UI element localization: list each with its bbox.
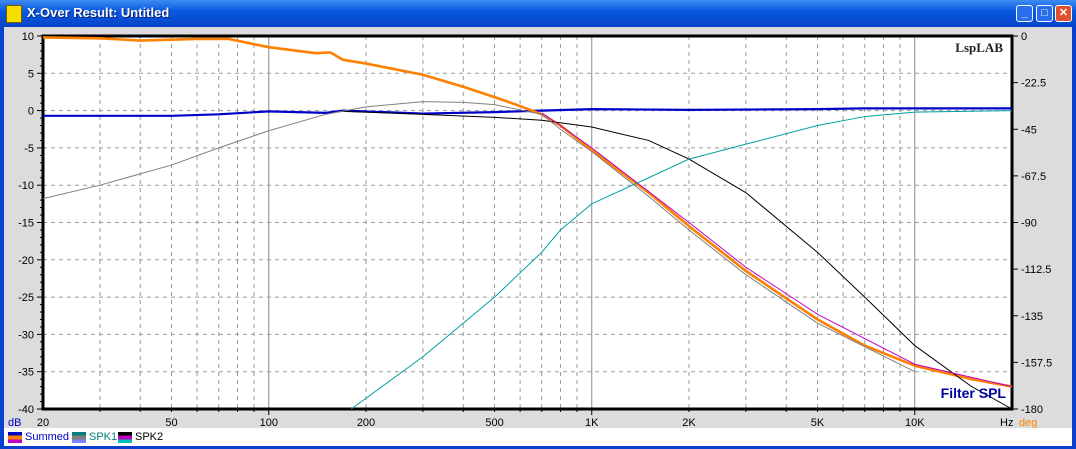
x-tick-label: 2K: [682, 417, 696, 428]
y-tick-label: -25: [18, 292, 34, 304]
y2-tick-label: -67.5: [1021, 171, 1046, 183]
x-tick-label: 50: [165, 417, 177, 428]
legend-swatch: [72, 431, 86, 443]
y2-tick-label: -45: [1021, 124, 1037, 136]
y-tick-label: -40: [18, 404, 34, 416]
y2-tick-label: -157.5: [1021, 357, 1052, 369]
x-tick-label: 10K: [905, 417, 925, 428]
legend-label: SPK1: [89, 431, 118, 443]
x-tick-label: 200: [357, 417, 375, 428]
y2-axis-label: deg: [1019, 417, 1037, 428]
legend-swatch: [118, 431, 132, 443]
xover-result-window: X-Over Result: Untitled _ □ ✕ 10 5 0 -5 -10-…: [0, 0, 1076, 449]
y-tick-label: -10: [18, 180, 34, 192]
y2-tick-label: -22.5: [1021, 78, 1046, 90]
legend-swatch: [8, 431, 22, 443]
y2-tick-label: -90: [1021, 218, 1037, 230]
y-tick-label: -35: [18, 367, 34, 379]
y2-tick-label: -112.5: [1021, 264, 1051, 276]
chart-title: Filter SPL: [941, 385, 1007, 401]
x-tick-label: 1K: [585, 417, 599, 428]
legend-item-spk2[interactable]: SPK2: [118, 431, 163, 443]
y2-tick-label: 0: [1021, 31, 1027, 43]
y-tick-label: 10: [22, 31, 34, 43]
lsplab-watermark: LspLAB: [955, 40, 1003, 55]
y-tick-label: -15: [18, 218, 34, 230]
y-tick-label: -20: [18, 255, 34, 267]
legend-label: Summed: [25, 431, 70, 443]
y-axis-label: dB: [8, 417, 21, 428]
legend-label: SPK2: [135, 431, 164, 443]
y2-tick-label: -135: [1021, 311, 1043, 323]
y2-tick-label: -180: [1021, 404, 1043, 416]
legend: Summed SPK1 SPK2: [4, 428, 1072, 446]
y-tick-label: 0: [28, 106, 34, 118]
legend-item-spk1[interactable]: SPK1: [72, 431, 117, 443]
filter-spl-chart: 1050-5-10-15-20-25-30-35-400-22.5-45-67.…: [8, 31, 1052, 428]
y-tick-label: 5: [28, 68, 34, 80]
x-tick-label: 500: [485, 417, 503, 428]
legend-item-summed[interactable]: Summed: [8, 431, 69, 443]
y-tick-label: -30: [18, 329, 34, 341]
x-tick-label: 20: [37, 417, 49, 428]
x-axis-label: Hz: [1000, 417, 1013, 428]
y-tick-label: -5: [24, 143, 34, 155]
x-tick-label: 100: [260, 417, 278, 428]
x-tick-label: 5K: [811, 417, 825, 428]
